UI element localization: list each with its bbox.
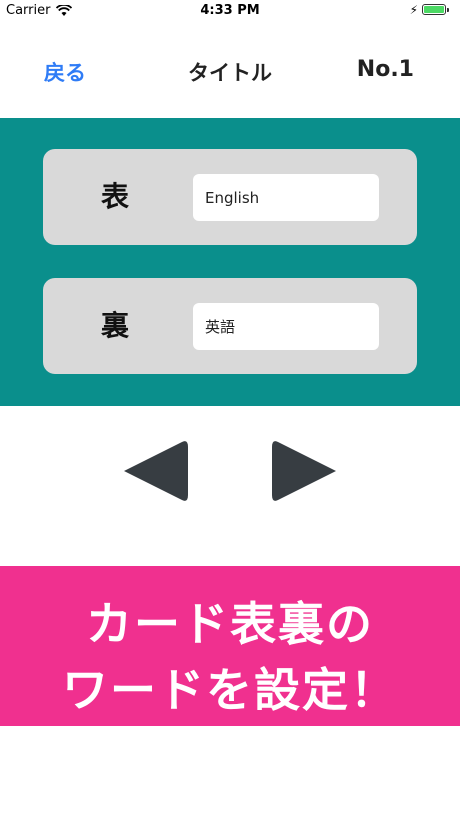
navigation-bar: 戻る タイトル No.1	[0, 22, 460, 118]
back-word-input[interactable]	[193, 303, 379, 350]
back-label: 裏	[101, 309, 130, 342]
previous-card-button[interactable]	[120, 437, 190, 505]
card-editor-panel: 表 裏	[0, 118, 460, 406]
front-word-input[interactable]	[193, 174, 379, 221]
battery-icon	[422, 4, 449, 15]
status-time: 4:33 PM	[200, 3, 260, 18]
promo-banner: カード表裏の ワードを設定！	[0, 566, 460, 726]
battery-level	[424, 6, 444, 13]
promo-line-1: カード表裏の	[86, 597, 374, 651]
triangle-left-icon	[124, 441, 188, 501]
card-number: No.1	[356, 57, 414, 82]
front-label: 表	[101, 180, 130, 213]
promo-line-2: ワードを設定！	[62, 663, 398, 717]
charging-icon: ⚡	[409, 3, 418, 17]
status-bar: Carrier 4:33 PM ⚡	[0, 0, 460, 22]
next-card-button[interactable]	[270, 437, 340, 505]
back-field-box: 裏	[43, 278, 417, 374]
triangle-right-icon	[272, 441, 336, 501]
front-field-box: 表	[43, 149, 417, 245]
battery-cap	[447, 8, 449, 12]
